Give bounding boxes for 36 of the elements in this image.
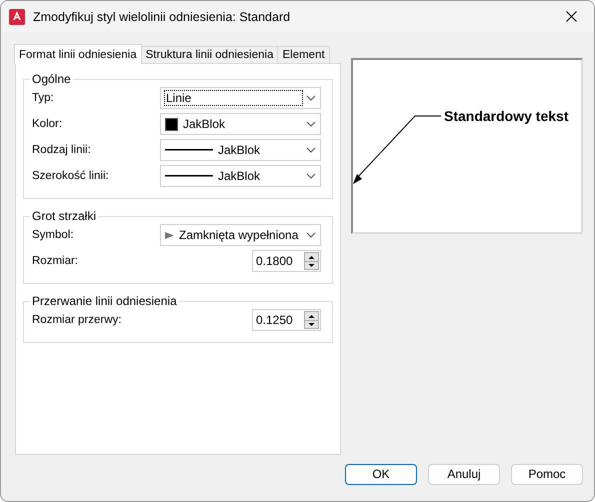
dropdown[interactable]: Linie (160, 87, 321, 110)
chevron-icon (306, 95, 316, 102)
chevron-icon (306, 232, 316, 238)
dialog-button[interactable]: Anuluj (428, 464, 500, 485)
field-label: Symbol: (32, 229, 74, 242)
tab[interactable]: Format linii odniesienia (14, 44, 142, 64)
group-title: Grot strzałki (31, 209, 98, 224)
chevron-icon (306, 173, 316, 180)
number-field[interactable]: 0.1800 (252, 250, 321, 272)
field-label: Kolor: (32, 118, 62, 130)
line-sample-icon (165, 175, 213, 178)
field-label: Szerokość linii: (32, 170, 109, 182)
dialog-button[interactable]: Pomoc (511, 464, 583, 485)
preview-text: Standardowy tekst (444, 108, 568, 124)
number-field[interactable]: 0.1250 (252, 309, 321, 332)
line-sample-icon (165, 149, 213, 152)
tab[interactable]: Element (277, 46, 330, 64)
group-title: Ogólne (31, 72, 72, 86)
dropdown[interactable]: Zamknięta wypełniona (160, 224, 321, 246)
close-icon (566, 11, 576, 22)
arrowhead-icon (165, 232, 174, 239)
group-title: Przerwanie linii odniesienia (31, 294, 178, 308)
field-label: Rozmiar przerwy: (32, 314, 122, 326)
app-icon (9, 8, 25, 25)
field-label: Rozmiar: (32, 255, 78, 268)
spin-down-icon[interactable] (305, 261, 318, 270)
dropdown[interactable]: JakBlok (160, 113, 321, 136)
dropdown[interactable]: JakBlok (160, 139, 321, 162)
field-label: Typ: (32, 92, 54, 104)
dialog-button[interactable]: OK (345, 464, 417, 485)
field-label: Rodzaj linii: (32, 144, 91, 156)
chevron-icon (306, 147, 316, 154)
spin-down-icon[interactable] (305, 320, 318, 328)
chevron-icon (306, 121, 316, 128)
dropdown[interactable]: JakBlok (160, 165, 321, 188)
window-title: Zmodyfikuj styl wielolinii odniesienia: Standard (33, 10, 292, 24)
